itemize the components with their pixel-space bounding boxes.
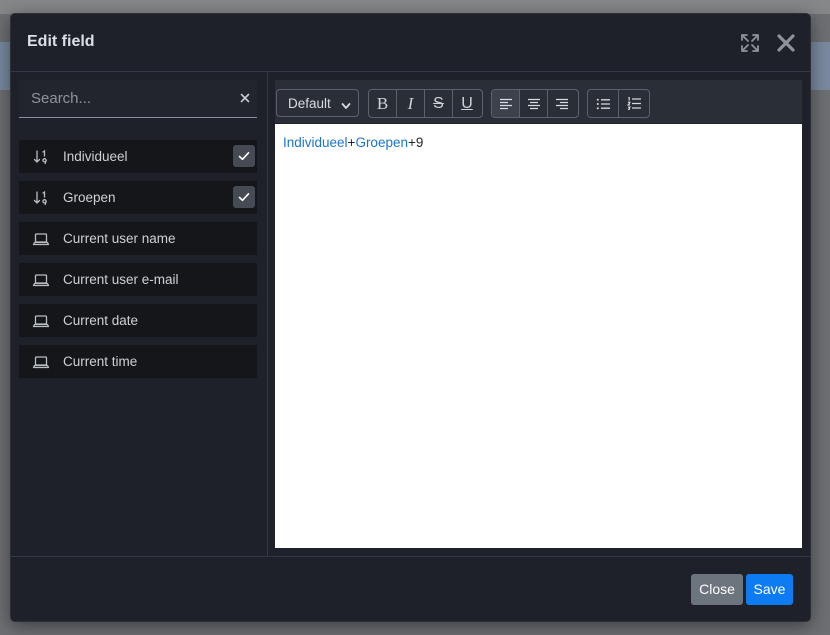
underline-icon: U — [461, 94, 473, 112]
field-label: Groepen — [63, 190, 116, 205]
formula-editor[interactable]: Individueel+Groepen+9 — [275, 124, 802, 548]
font-size-select[interactable]: Default — [276, 89, 359, 117]
align-center-button[interactable] — [520, 90, 548, 117]
page-backdrop-accent-right — [810, 42, 830, 90]
bold-icon: B — [376, 93, 389, 113]
field-item-current-time[interactable]: Current time — [19, 345, 257, 378]
numbered-list-button[interactable] — [619, 90, 649, 117]
expand-arrows-icon[interactable] — [738, 31, 762, 55]
align-center-icon — [527, 98, 540, 109]
chevron-down-icon — [341, 99, 351, 114]
sort-numeric-icon — [32, 189, 50, 207]
close-x-icon[interactable] — [774, 31, 798, 55]
italic-icon: I — [407, 93, 414, 113]
field-item-current-date[interactable]: Current date — [19, 304, 257, 337]
format-button-group: B I S U — [368, 89, 483, 118]
modal-title: Edit field — [27, 33, 95, 50]
underline-button[interactable]: U — [453, 90, 481, 117]
field-list-panel: Individueel Groepen — [11, 72, 268, 556]
check-icon — [238, 152, 250, 161]
editor-toolbar: Default B I S U — [275, 80, 802, 123]
field-item-individueel[interactable]: Individueel — [19, 140, 257, 173]
list-button-group — [587, 89, 650, 118]
strikethrough-button[interactable]: S — [425, 90, 453, 117]
save-button[interactable]: Save — [746, 574, 793, 605]
editor-panel: Default B I S U Individueel+Groepen+9 — [268, 72, 810, 556]
italic-button[interactable]: I — [397, 90, 425, 117]
field-label: Current user name — [63, 231, 176, 246]
align-left-button[interactable] — [492, 90, 520, 117]
modal-footer: Close Save — [11, 556, 810, 621]
numbered-list-icon — [626, 97, 641, 110]
search-box — [19, 80, 257, 118]
align-left-icon — [499, 98, 512, 109]
modal-body: Individueel Groepen — [11, 72, 810, 556]
laptop-icon — [32, 230, 50, 248]
field-label: Current date — [63, 313, 139, 328]
align-right-icon — [556, 98, 568, 109]
field-token: Individueel — [283, 135, 348, 150]
field-token: Groepen — [355, 135, 408, 150]
field-checkbox[interactable] — [233, 145, 255, 167]
page-backdrop — [0, 0, 830, 14]
field-label: Individueel — [63, 149, 128, 164]
field-label: Current time — [63, 354, 138, 369]
clear-search-icon[interactable] — [237, 90, 253, 106]
font-size-value: Default — [288, 96, 331, 111]
modal-header: Edit field — [11, 14, 810, 72]
search-input[interactable] — [19, 80, 229, 117]
align-button-group — [491, 89, 579, 118]
field-checkbox[interactable] — [233, 186, 255, 208]
field-item-current-user-email[interactable]: Current user e-mail — [19, 263, 257, 296]
laptop-icon — [32, 312, 50, 330]
check-icon — [238, 193, 250, 202]
bold-button[interactable]: B — [369, 90, 397, 117]
field-item-current-user-name[interactable]: Current user name — [19, 222, 257, 255]
strikethrough-icon: S — [433, 94, 444, 112]
field-label: Current user e-mail — [63, 272, 179, 287]
laptop-icon — [32, 353, 50, 371]
align-right-button[interactable] — [548, 90, 576, 117]
sort-numeric-icon — [32, 148, 50, 166]
bullet-list-button[interactable] — [588, 90, 619, 117]
editor-text: +9 — [407, 135, 424, 150]
field-item-groepen[interactable]: Groepen — [19, 181, 257, 214]
laptop-icon — [32, 271, 50, 289]
edit-field-modal: Edit field Search... Individueel Groepen… — [10, 13, 811, 622]
close-button[interactable]: Close — [691, 574, 743, 605]
bullet-list-icon — [596, 98, 610, 109]
